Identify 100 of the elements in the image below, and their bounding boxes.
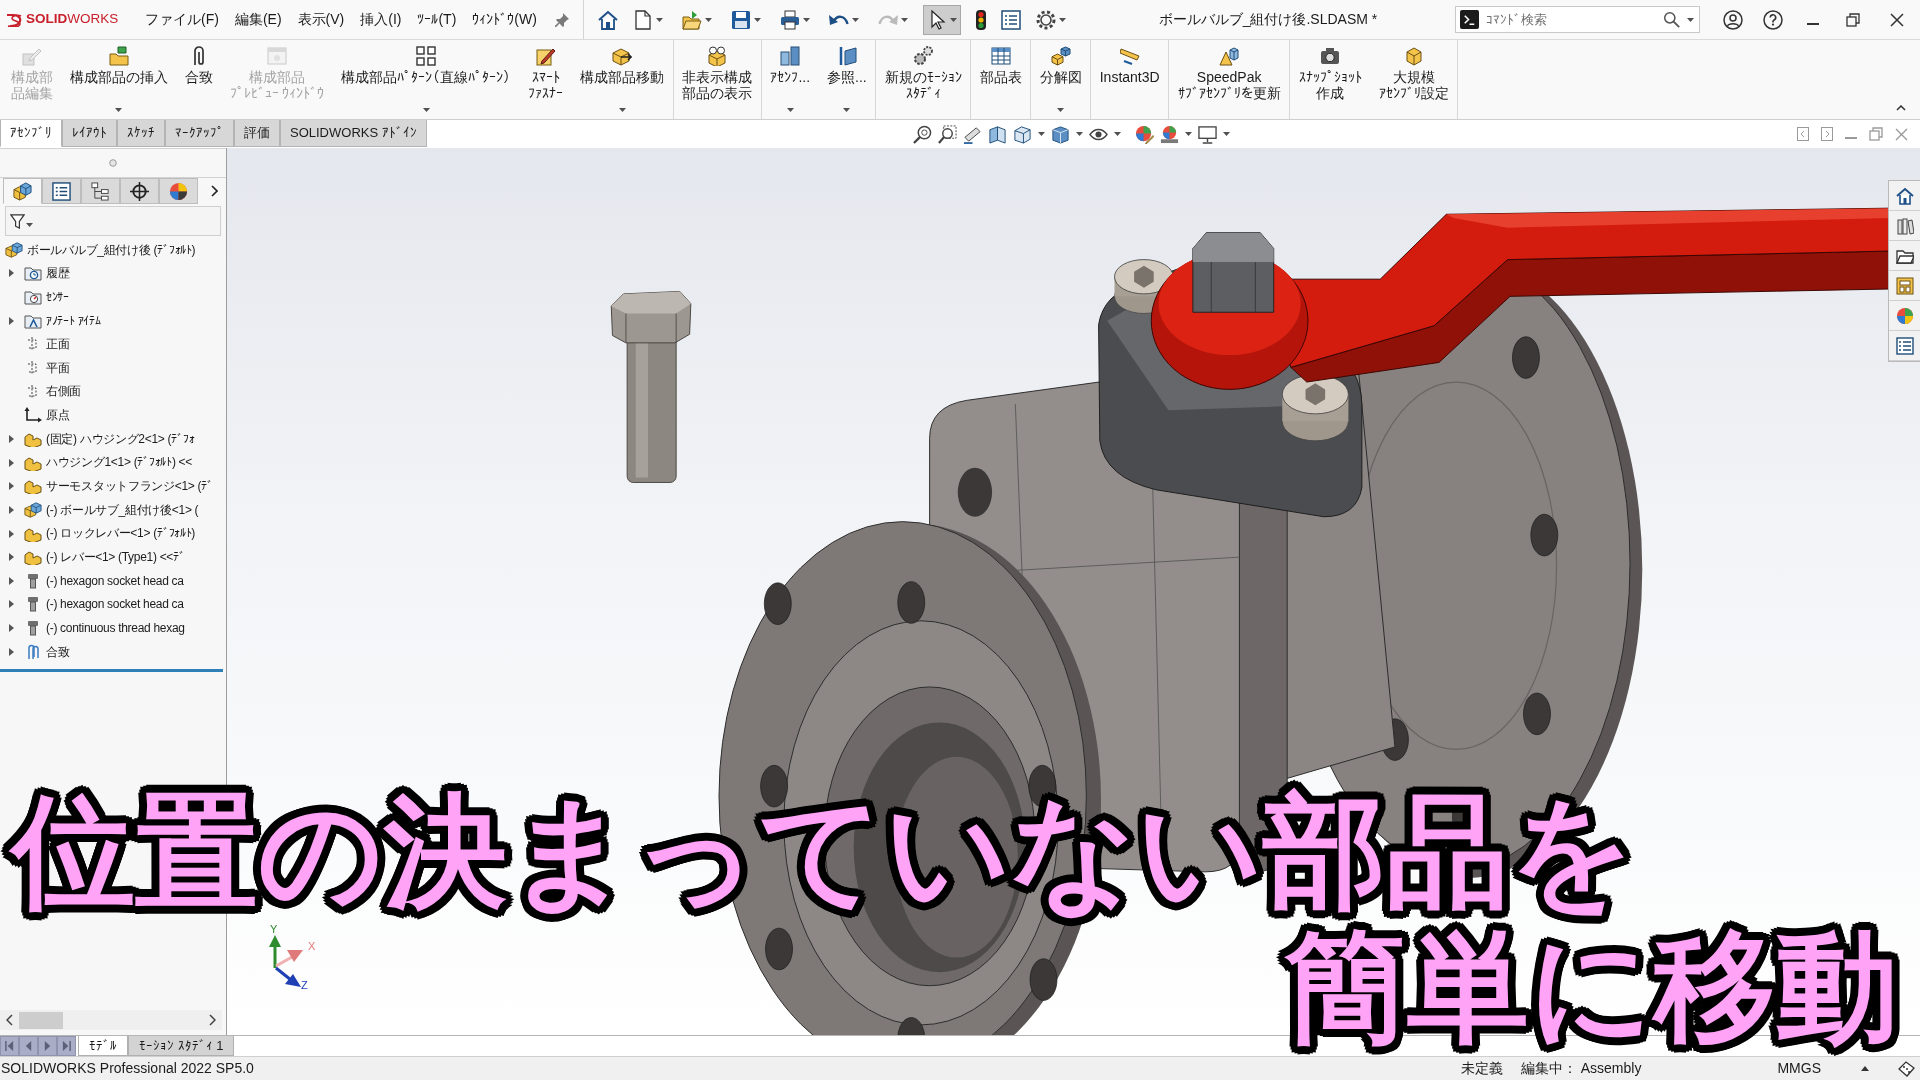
zoom-area-icon[interactable]	[937, 124, 957, 144]
command-button[interactable]: ｱｾﾝﾌ...	[761, 40, 819, 119]
expand-arrow-icon[interactable]	[9, 458, 14, 467]
command-button[interactable]: 大規模 ｱｾﾝﾌﾞﾘ設定	[1370, 40, 1458, 119]
scene-icon[interactable]	[1159, 124, 1179, 144]
expand-arrow-icon[interactable]	[9, 529, 14, 538]
section-view-icon[interactable]	[987, 124, 1007, 144]
expand-arrow-icon[interactable]	[9, 269, 14, 278]
grip-icon[interactable]	[109, 159, 117, 167]
tab[interactable]: ｽｹｯﾁ	[117, 120, 165, 147]
tree-item[interactable]: (-) ボールサブ_組付け後<1> (	[0, 498, 226, 522]
previous-view-icon[interactable]	[962, 124, 982, 144]
tree-item[interactable]: 原点	[0, 403, 226, 428]
caret-icon[interactable]	[618, 108, 626, 112]
command-button[interactable]: SpeedPak ｻﾌﾞｱｾﾝﾌﾞﾘを更新	[1169, 40, 1290, 119]
menu-item[interactable]: ｳｨﾝﾄﾞｳ(W)	[464, 11, 545, 28]
tab[interactable]: ｱｾﾝﾌﾞﾘ	[0, 120, 62, 147]
user-icon[interactable]	[1723, 9, 1743, 30]
panel-tab[interactable]	[42, 178, 81, 204]
caret-icon[interactable]	[1057, 108, 1065, 112]
minimize-icon[interactable]	[1807, 22, 1819, 25]
tree-item[interactable]: (-) continuous thread hexag	[0, 616, 226, 640]
command-button[interactable]: ｽﾏｰﾄ ﾌｧｽﾅｰ	[519, 40, 572, 119]
nav-button[interactable]	[0, 1036, 19, 1056]
chevron-right-icon[interactable]	[209, 1014, 216, 1026]
caret-icon[interactable]	[949, 17, 957, 22]
command-button[interactable]: ｽﾅｯﾌﾟｼｮｯﾄ 作成	[1290, 40, 1371, 119]
caret-icon[interactable]	[655, 17, 663, 22]
tree-item[interactable]: ｾﾝｻｰ	[0, 285, 226, 309]
tree-item[interactable]: 正面	[0, 332, 226, 357]
expand-arrow-icon[interactable]	[9, 434, 14, 443]
tree-item[interactable]: 合致	[0, 639, 226, 664]
menu-item[interactable]: ﾂｰﾙ(T)	[409, 11, 465, 28]
caret-icon[interactable]	[1113, 132, 1121, 136]
caret-icon[interactable]	[1184, 132, 1192, 136]
panel-tab[interactable]	[120, 178, 159, 204]
select-button[interactable]	[922, 4, 961, 35]
panel-tab[interactable]	[3, 178, 42, 204]
pin-icon[interactable]	[554, 12, 569, 27]
shaded-cube-icon[interactable]	[1050, 124, 1070, 144]
zoom-to-fit-icon[interactable]	[912, 124, 932, 144]
tab[interactable]: ﾓﾃﾞﾙ	[78, 1036, 128, 1056]
menu-item[interactable]: 編集(E)	[226, 11, 290, 28]
command-button[interactable]: 分解図	[1031, 40, 1091, 119]
tree-item[interactable]: (-) hexagon socket head ca	[0, 568, 226, 593]
caret-icon[interactable]	[1075, 132, 1083, 136]
search-icon[interactable]	[1663, 11, 1680, 28]
panel-tab[interactable]	[159, 178, 198, 204]
caret-icon[interactable]	[802, 17, 810, 22]
expand-arrow-icon[interactable]	[9, 553, 14, 562]
expand-arrow-icon[interactable]	[9, 576, 14, 585]
expand-arrow-icon[interactable]	[9, 316, 14, 325]
caret-icon[interactable]	[422, 108, 430, 112]
cube-icon[interactable]	[1012, 124, 1032, 144]
tree-item[interactable]: (-) レバー<1> (Type1) <<ﾃﾞ	[0, 545, 226, 569]
tile-left-icon[interactable]	[1797, 127, 1809, 141]
tree-item[interactable]: (-) hexagon socket head ca	[0, 592, 226, 617]
chevron-right-icon[interactable]	[211, 185, 218, 197]
expand-arrow-icon[interactable]	[9, 624, 14, 633]
tab[interactable]: ﾚｲｱｳﾄ	[62, 120, 117, 147]
caret-icon[interactable]	[1687, 18, 1694, 22]
command-button[interactable]: 部品表	[971, 40, 1031, 119]
menu-item[interactable]: 表示(V)	[289, 11, 353, 28]
menu-item[interactable]: 挿入(I)	[352, 11, 410, 28]
units-label[interactable]: MMGS	[1777, 1060, 1821, 1077]
command-button[interactable]: 新規のﾓｰｼｮﾝ ｽﾀﾃﾞｨ	[876, 40, 971, 119]
rollback-bar[interactable]	[0, 668, 223, 672]
nav-button[interactable]	[38, 1036, 57, 1056]
caret-icon[interactable]	[786, 108, 794, 112]
tile-right-icon[interactable]	[1821, 127, 1833, 141]
caret-icon[interactable]	[753, 17, 761, 22]
caret-up-icon[interactable]	[1861, 1066, 1869, 1071]
nav-button[interactable]	[57, 1036, 76, 1056]
tab[interactable]: ﾏｰｸｱｯﾌﾟ	[165, 120, 234, 147]
scrollbar-thumb[interactable]	[19, 1011, 63, 1029]
panel-tab[interactable]	[81, 178, 120, 204]
command-button[interactable]: 合致	[176, 40, 221, 119]
command-button[interactable]: 非表示構成 部品の表示	[673, 40, 761, 119]
horizontal-scrollbar[interactable]	[0, 1010, 222, 1030]
tab[interactable]: 評価	[234, 120, 280, 147]
command-button[interactable]: 構成部品ﾊﾟﾀｰﾝ（直線ﾊﾟﾀｰﾝ）	[332, 40, 520, 119]
filter-field[interactable]	[5, 206, 221, 236]
tab[interactable]: ﾓｰｼｮﾝ ｽﾀﾃﾞｨ 1	[128, 1036, 235, 1056]
expand-arrow-icon[interactable]	[9, 505, 14, 514]
expand-arrow-icon[interactable]	[9, 600, 14, 609]
color-sphere-icon[interactable]	[1134, 124, 1154, 144]
tree-item[interactable]: 平面	[0, 356, 226, 380]
tree-item[interactable]: サーモスタットフランジ<1> (ﾃﾞ	[0, 474, 226, 499]
caret-icon[interactable]	[26, 223, 33, 227]
command-button[interactable]: 構成部品の挿入	[61, 40, 176, 119]
monitor-icon[interactable]	[1197, 124, 1217, 144]
expand-arrow-icon[interactable]	[9, 647, 14, 656]
chevron-up-icon[interactable]	[1896, 105, 1906, 111]
caret-icon[interactable]	[1058, 17, 1066, 22]
caret-icon[interactable]	[115, 108, 122, 112]
caret-icon[interactable]	[704, 17, 712, 22]
menu-item[interactable]: ファイル(F)	[137, 11, 227, 28]
tree-item[interactable]: (-) ロックレバー<1> (ﾃﾞﾌｫﾙﾄ)	[0, 521, 226, 546]
caret-icon[interactable]	[1037, 132, 1045, 136]
nav-button[interactable]	[19, 1036, 38, 1056]
